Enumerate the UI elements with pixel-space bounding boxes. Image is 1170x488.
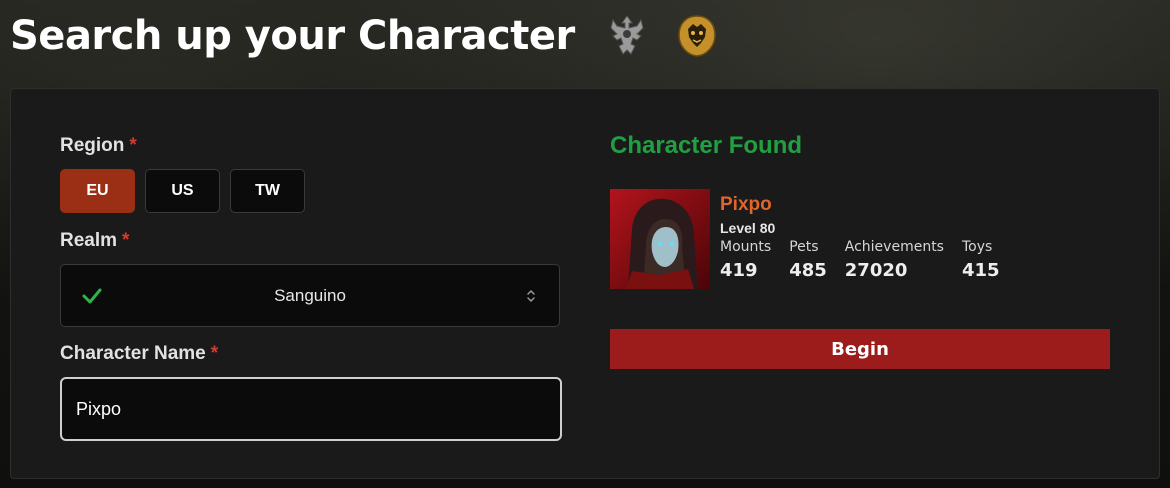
alliance-icon[interactable] [673, 12, 721, 60]
character-card: Pixpo Level 80 Mounts 419 Pets 485 Achie… [610, 189, 1018, 289]
stat-mounts: Mounts 419 [720, 238, 771, 284]
realm-label-text: Realm [60, 230, 118, 251]
required-marker: * [129, 135, 137, 156]
stat-toys: Toys 415 [962, 238, 1000, 284]
character-found-heading: Character Found [610, 132, 803, 159]
required-marker: * [122, 230, 130, 251]
character-name: Pixpo [720, 194, 772, 215]
character-info: Pixpo Level 80 Mounts 419 Pets 485 Achie… [720, 189, 1018, 289]
character-name-label-text: Character Name [60, 343, 206, 364]
stat-value: 415 [961, 260, 1000, 281]
page-header: Search up your Character [10, 8, 721, 64]
stat-label: Pets [789, 239, 819, 255]
stat-value: 419 [720, 260, 758, 281]
page-title: Search up your Character [10, 13, 575, 59]
realm-value: Sanguino [274, 285, 346, 305]
character-stats: Mounts 419 Pets 485 Achievements 27020 T… [720, 238, 1018, 284]
search-panel: Region * EU US TW Realm * Sanguino Charact… [10, 88, 1160, 479]
checkmark-icon [82, 288, 102, 304]
region-button-us[interactable]: US [145, 169, 220, 213]
character-level: Level 80 [720, 220, 776, 236]
region-toggle-group: EU US TW [60, 169, 305, 213]
character-avatar [610, 189, 710, 289]
character-name-input[interactable] [60, 377, 562, 441]
realm-label: Realm * [60, 230, 129, 252]
stat-pets: Pets 485 [789, 238, 827, 284]
stat-label: Achievements [844, 239, 944, 255]
region-label: Region * [60, 135, 137, 157]
realm-select[interactable]: Sanguino [60, 264, 560, 327]
stat-achievements: Achievements 27020 [845, 238, 944, 284]
stat-label: Mounts [720, 239, 772, 255]
region-button-eu[interactable]: EU [60, 169, 135, 213]
stat-value: 27020 [844, 260, 908, 281]
region-label-text: Region [60, 135, 125, 156]
character-name-label: Character Name * [60, 343, 218, 365]
horde-icon[interactable] [603, 12, 651, 60]
region-button-tw[interactable]: TW [230, 169, 305, 213]
stat-value: 485 [789, 260, 827, 281]
begin-button[interactable]: Begin [610, 329, 1110, 369]
stat-label: Toys [961, 239, 993, 255]
chevron-up-down-icon [527, 290, 535, 302]
required-marker: * [210, 343, 219, 364]
